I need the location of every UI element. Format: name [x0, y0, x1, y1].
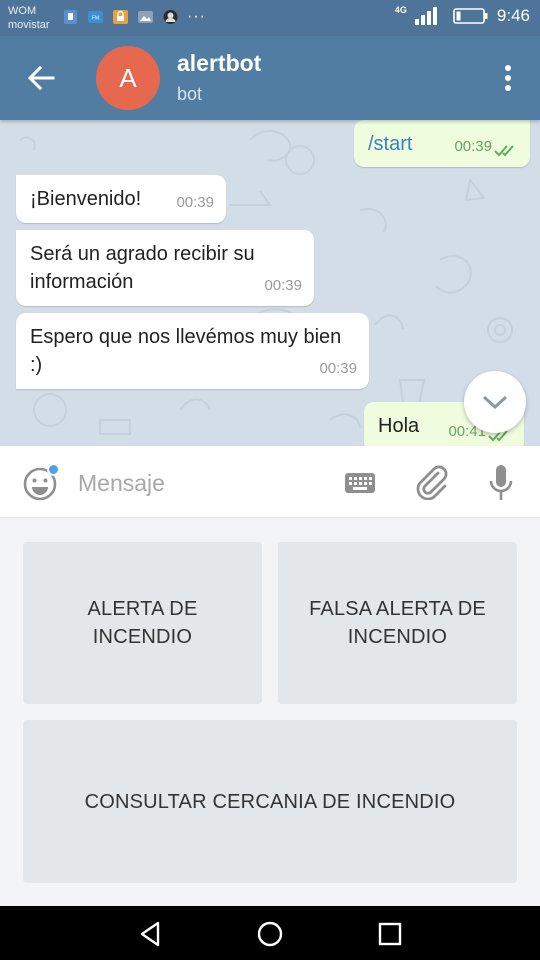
network-type: 4G — [394, 5, 407, 15]
chevron-down-icon — [482, 395, 508, 410]
message-incoming[interactable]: Será un agrado recibir su información 00… — [16, 230, 314, 306]
carrier-name: WOM movistar — [8, 4, 50, 32]
message-incoming[interactable]: ¡Bienvenido! 00:39 — [16, 175, 226, 223]
bot-keyboard: ALERTA DE INCENDIO FALSA ALERTA DE INCEN… — [0, 518, 540, 906]
fm-icon: FM — [88, 11, 103, 23]
message-time: 00:39 — [319, 360, 357, 377]
microphone-icon[interactable] — [488, 464, 514, 502]
scroll-to-bottom-button[interactable] — [464, 371, 526, 433]
more-options-icon[interactable] — [504, 64, 512, 92]
message-text[interactable]: Hola — [378, 415, 419, 437]
keyboard-button-label: ALERTA DE INCENDIO — [87, 598, 198, 648]
nav-recents-icon[interactable] — [376, 920, 404, 948]
attach-icon[interactable] — [414, 464, 448, 500]
keyboard-button-alerta[interactable]: ALERTA DE INCENDIO — [23, 542, 262, 704]
message-time: 00:39 — [176, 194, 214, 211]
keyboard-icon[interactable] — [344, 471, 376, 495]
battery-icon — [453, 8, 488, 24]
message-list[interactable]: /start 00:39 ¡Bienvenido! 00:39 Será un … — [0, 120, 540, 446]
system-navigation-bar — [0, 906, 540, 960]
keyboard-button-label: FALSA ALERTA DE INCENDIO — [309, 598, 486, 648]
system-status: 4G 9:46 — [394, 5, 530, 26]
message-incoming[interactable]: Espero que nos llevémos muy bien :) 00:3… — [16, 313, 369, 389]
chat-title[interactable]: alertbot — [177, 50, 261, 77]
avatar-notif-icon — [163, 10, 178, 24]
gallery-icon — [138, 11, 153, 23]
message-outgoing[interactable]: /start 00:39 — [354, 120, 530, 167]
message-text[interactable]: /start — [368, 133, 412, 155]
message-composer: Mensaje — [0, 446, 540, 518]
message-time: 00:39 — [264, 277, 302, 294]
carrier-line-1: WOM — [8, 5, 37, 17]
lock-app-icon — [113, 10, 128, 24]
overflow-indicator: ··· — [187, 8, 206, 25]
message-text[interactable]: ¡Bienvenido! — [30, 188, 141, 210]
back-arrow-icon[interactable] — [26, 64, 56, 92]
keyboard-button-falsa-alerta[interactable]: FALSA ALERTA DE INCENDIO — [278, 542, 517, 704]
message-text[interactable]: Será un agrado recibir su información — [30, 243, 255, 293]
signal-icon — [414, 7, 437, 25]
status-bar: WOM movistar FM ··· 4G 9:46 — [0, 0, 540, 36]
chat-subtitle: bot — [177, 84, 203, 104]
nav-back-icon[interactable] — [136, 920, 164, 948]
svg-text:FM: FM — [92, 16, 99, 22]
message-time: 00:39 — [454, 138, 492, 155]
keyboard-button-label: CONSULTAR CERCANIA DE INCENDIO — [84, 790, 456, 813]
keyboard-button-consultar[interactable]: CONSULTAR CERCANIA DE INCENDIO — [23, 720, 517, 883]
carrier-line-2: movistar — [8, 19, 50, 31]
emoji-notification-dot — [47, 463, 60, 476]
avatar[interactable]: A — [96, 46, 160, 110]
nav-home-icon[interactable] — [256, 920, 284, 948]
notification-icons: FM ··· — [62, 9, 206, 25]
double-check-icon — [494, 145, 514, 157]
message-text[interactable]: Espero que nos llevémos muy bien :) — [30, 326, 341, 376]
avatar-letter: A — [119, 62, 137, 93]
message-input[interactable]: Mensaje — [78, 470, 165, 497]
sim-icon — [64, 10, 77, 24]
clock: 9:46 — [496, 6, 530, 25]
chat-header: A alertbot bot — [0, 36, 540, 120]
